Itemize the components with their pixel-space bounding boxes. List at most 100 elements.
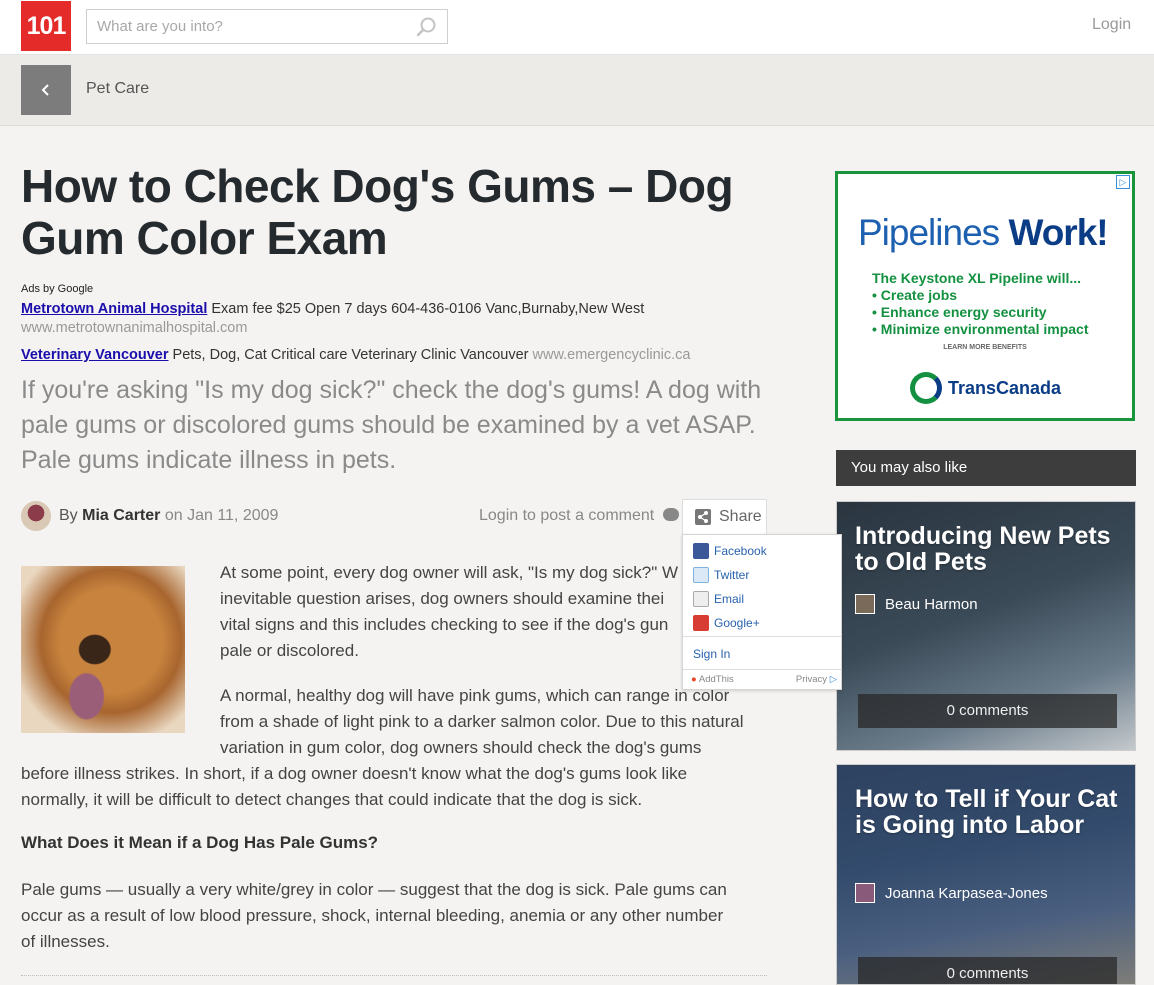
you-may-also-like-heading: You may also like xyxy=(836,450,1136,486)
share-facebook-label: Facebook xyxy=(714,544,767,558)
share-footer: ● AddThis Privacy ▷ xyxy=(691,674,837,685)
share-divider xyxy=(683,636,841,637)
card-title[interactable]: Introducing New Pets to Old Pets xyxy=(855,523,1125,575)
breadcrumb-category[interactable]: Pet Care xyxy=(86,80,149,98)
site-logo[interactable]: 101 xyxy=(21,1,71,51)
ad-bullet: • Create jobs xyxy=(872,287,958,303)
paragraph-line: pale or discolored. xyxy=(220,641,359,660)
ad-choices-icon[interactable]: ▷ xyxy=(1116,175,1130,189)
privacy-link[interactable]: Privacy ▷ xyxy=(796,674,837,685)
transcanada-logo-icon xyxy=(910,372,942,404)
comment-bubble-icon xyxy=(662,508,679,521)
text-ad: Metrotown Animal Hospital Exam fee $25 O… xyxy=(21,300,781,338)
ad-bullets: The Keystone XL Pipeline will... • Creat… xyxy=(872,270,1089,338)
addthis-label: AddThis xyxy=(698,674,734,685)
author-thumbnail xyxy=(855,883,875,903)
top-bar: 101 Login xyxy=(0,0,1154,55)
paragraph-line: vital signs and this includes checking t… xyxy=(220,615,669,634)
text-ad-url[interactable]: www.emergencyclinic.ca xyxy=(533,347,691,363)
paragraph-line: before illness strikes. In short, if a d… xyxy=(21,764,688,783)
facebook-icon xyxy=(693,543,709,559)
ad-intro: The Keystone XL Pipeline will... xyxy=(872,270,1082,286)
share-sign-in[interactable]: Sign In xyxy=(693,645,730,663)
ad-brand-logo: TransCanada xyxy=(910,372,1061,404)
article-paragraph: A normal, healthy dog will have pink gum… xyxy=(21,683,771,813)
share-googleplus[interactable]: Google+ xyxy=(693,614,760,632)
sign-in-label: Sign In xyxy=(693,647,731,661)
addthis-icon: ● xyxy=(691,674,697,685)
ad-bullet: • Minimize environmental impact xyxy=(872,321,1089,337)
text-ad-body: Pets, Dog, Cat Critical care Veterinary … xyxy=(172,347,529,363)
search-input[interactable] xyxy=(87,10,407,43)
card-author-name: Beau Harmon xyxy=(885,595,978,613)
share-divider xyxy=(683,669,841,670)
author-avatar[interactable] xyxy=(21,501,51,531)
publish-date: Jan 11, 2009 xyxy=(187,507,279,524)
article-lead: If you're asking "Is my dog sick?" check… xyxy=(21,376,762,474)
text-ad: Veterinary Vancouver Pets, Dog, Cat Crit… xyxy=(21,346,781,365)
back-button[interactable] xyxy=(21,65,71,115)
email-icon xyxy=(693,591,709,607)
ad-brand-name: TransCanada xyxy=(948,377,1062,398)
login-link[interactable]: Login xyxy=(1092,16,1131,34)
text-ad-url[interactable]: www.metrotownanimalhospital.com xyxy=(21,320,247,336)
text-ad-link[interactable]: Veterinary Vancouver xyxy=(21,347,169,363)
paragraph-line: from a shade of light pink to a darker s… xyxy=(220,712,744,731)
display-ad[interactable]: ▷ Pipelines Work! The Keystone XL Pipeli… xyxy=(835,171,1135,421)
paragraph-line: occur as a result of low blood pressure,… xyxy=(21,906,724,925)
category-bar: Pet Care xyxy=(0,55,1154,126)
related-article-card[interactable]: Introducing New Pets to Old Pets Beau Ha… xyxy=(836,501,1136,751)
card-comments[interactable]: 0 comments xyxy=(858,694,1117,728)
privacy-label: Privacy xyxy=(795,674,828,685)
ad-headline: Pipelines Work! xyxy=(858,212,1109,254)
byline-on: on xyxy=(164,507,183,524)
card-comments[interactable]: 0 comments xyxy=(858,957,1117,984)
card-author[interactable]: Joanna Karpasea-Jones xyxy=(855,883,1048,903)
share-facebook[interactable]: Facebook xyxy=(693,542,767,560)
ad-headline-b: Work! xyxy=(1008,212,1108,253)
googleplus-icon xyxy=(693,615,709,631)
share-twitter-label: Twitter xyxy=(714,568,750,582)
share-button[interactable]: Share xyxy=(682,499,767,535)
byline-by: By xyxy=(59,507,78,524)
card-title[interactable]: How to Tell if Your Cat is Going into La… xyxy=(855,786,1125,838)
author-thumbnail xyxy=(855,594,875,614)
share-email[interactable]: Email xyxy=(693,590,744,608)
related-article-card[interactable]: How to Tell if Your Cat is Going into La… xyxy=(836,764,1136,985)
search-icon[interactable] xyxy=(416,16,438,38)
section-heading: What Does it Mean if a Dog Has Pale Gums… xyxy=(21,833,379,852)
byline: By Mia Carter on Jan 11, 2009 Login to p… xyxy=(21,499,767,535)
ad-learn-more[interactable]: LEARN MORE BENEFITS xyxy=(838,344,1132,351)
ads-by-google-label: Ads by Google xyxy=(21,283,94,295)
paragraph-line: variation in gum color, dog owners shoul… xyxy=(220,738,702,757)
search-box xyxy=(86,9,448,44)
paragraph-line: normally, it will be difficult to detect… xyxy=(21,790,643,809)
article-paragraph: Pale gums — usually a very white/grey in… xyxy=(21,877,771,955)
paragraph-line: A normal, healthy dog will have pink gum… xyxy=(220,686,730,705)
card-author[interactable]: Beau Harmon xyxy=(855,594,978,614)
share-googleplus-label: Google+ xyxy=(714,616,760,630)
byline-text: By Mia Carter on Jan 11, 2009 xyxy=(59,507,278,525)
card-author-name: Joanna Karpasea-Jones xyxy=(885,884,1048,902)
text-ad-link[interactable]: Metrotown Animal Hospital xyxy=(21,301,207,317)
ad-choices-icon: ▷ xyxy=(829,674,837,685)
share-label: Share xyxy=(719,508,762,525)
chevron-left-icon xyxy=(41,84,49,96)
twitter-icon xyxy=(693,567,709,583)
author-name[interactable]: Mia Carter xyxy=(82,507,160,524)
paragraph-line: At some point, every dog owner will ask,… xyxy=(220,563,679,582)
post-comment-link[interactable]: Login to post a comment xyxy=(479,507,679,525)
share-email-label: Email xyxy=(714,592,745,606)
paragraph-line: inevitable question arises, dog owners s… xyxy=(220,589,665,608)
ad-headline-a: Pipelines xyxy=(858,212,1000,253)
addthis-link[interactable]: ● AddThis xyxy=(691,674,734,685)
share-dropdown: Facebook Twitter Email Google+ Sign In ●… xyxy=(682,534,842,690)
section-divider xyxy=(21,975,767,976)
paragraph-line: Pale gums — usually a very white/grey in… xyxy=(21,880,727,899)
article-title: How to Check Dog's Gums – Dog Gum Color … xyxy=(21,160,734,264)
ad-bullet: • Enhance energy security xyxy=(872,304,1047,320)
share-twitter[interactable]: Twitter xyxy=(693,566,749,584)
share-icon xyxy=(695,509,711,525)
article-paragraph: At some point, every dog owner will ask,… xyxy=(220,560,690,664)
post-comment-label: Login to post a comment xyxy=(479,507,655,524)
